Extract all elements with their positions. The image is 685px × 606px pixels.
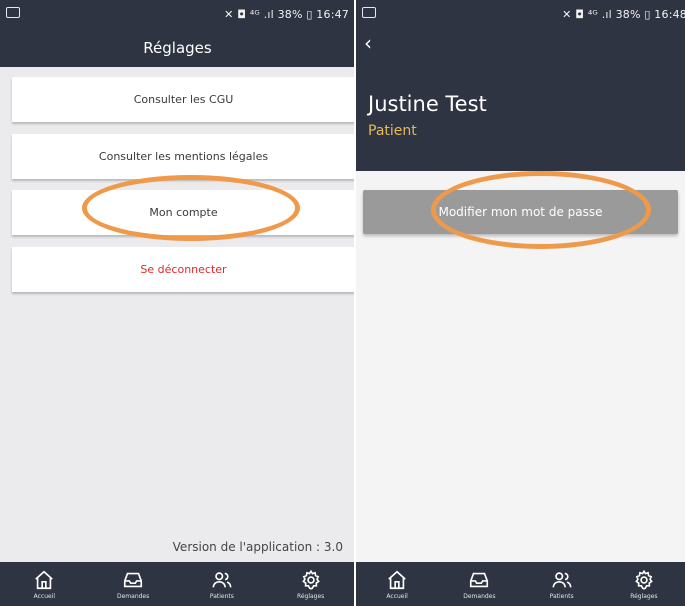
tab-label: Patients [209,593,234,600]
profile-role: Patient [368,123,417,139]
tab-demandes[interactable]: Demandes [89,562,178,606]
tab-label: Réglages [630,593,658,600]
tab-label: Accueil [33,593,56,600]
app-version: Version de l'application : 3.0 [172,540,343,554]
tab-accueil[interactable]: Accueil [0,562,89,606]
menu-item-legal[interactable]: Consulter les mentions légales [12,134,355,179]
profile-header: ‹ Justine Test Patient [356,29,685,171]
status-bar: ✕ ◘ ⁴ᴳ .ıl 38% ▯ 16:48 [356,0,685,29]
tab-label: Demandes [116,593,150,600]
tab-label: Demandes [463,593,496,600]
status-indicators: ✕ ◘ ⁴ᴳ .ıl 38% ▯ 16:48 [562,8,685,21]
inbox-icon [470,572,489,588]
users-icon [212,572,232,588]
change-password-button[interactable]: Modifier mon mot de passe [363,190,678,234]
users-icon [552,572,572,588]
home-icon [388,570,406,590]
inbox-icon [124,572,143,588]
tab-patients[interactable]: Patients [178,562,267,606]
tab-accueil[interactable]: Accueil [356,562,438,606]
menu-item-cgu[interactable]: Consulter les CGU [12,77,355,122]
tab-label: Accueil [386,593,408,600]
menu-item-logout[interactable]: Se déconnecter [12,247,355,292]
tab-demandes[interactable]: Demandes [438,562,520,606]
settings-screen: ✕ ◘ ⁴ᴳ .ıl 38% ▯ 16:47 Réglages Consulte… [0,0,355,606]
back-icon[interactable]: ‹ [364,31,372,55]
tab-reglages[interactable]: Réglages [266,562,355,606]
status-bar: ✕ ◘ ⁴ᴳ .ıl 38% ▯ 16:47 [0,0,355,29]
tab-bar: Accueil Demandes Patients Réglages [0,562,355,606]
tab-label: Patients [549,593,574,600]
tab-patients[interactable]: Patients [521,562,603,606]
status-indicators: ✕ ◘ ⁴ᴳ .ıl 38% ▯ 16:47 [224,8,349,21]
gear-icon [635,569,653,590]
gear-icon [301,569,320,590]
account-screen: ✕ ◘ ⁴ᴳ .ıl 38% ▯ 16:48 ‹ Justine Test Pa… [356,0,685,606]
profile-name: Justine Test [368,92,487,116]
tab-reglages[interactable]: Réglages [603,562,685,606]
page-title: Réglages [0,29,355,67]
gallery-notification-icon [362,7,376,18]
menu-item-account[interactable]: Mon compte [12,190,355,235]
gallery-notification-icon [6,7,20,18]
tab-label: Réglages [296,593,325,600]
home-icon [35,570,54,590]
tab-bar: Accueil Demandes Patients Réglages [356,562,685,606]
